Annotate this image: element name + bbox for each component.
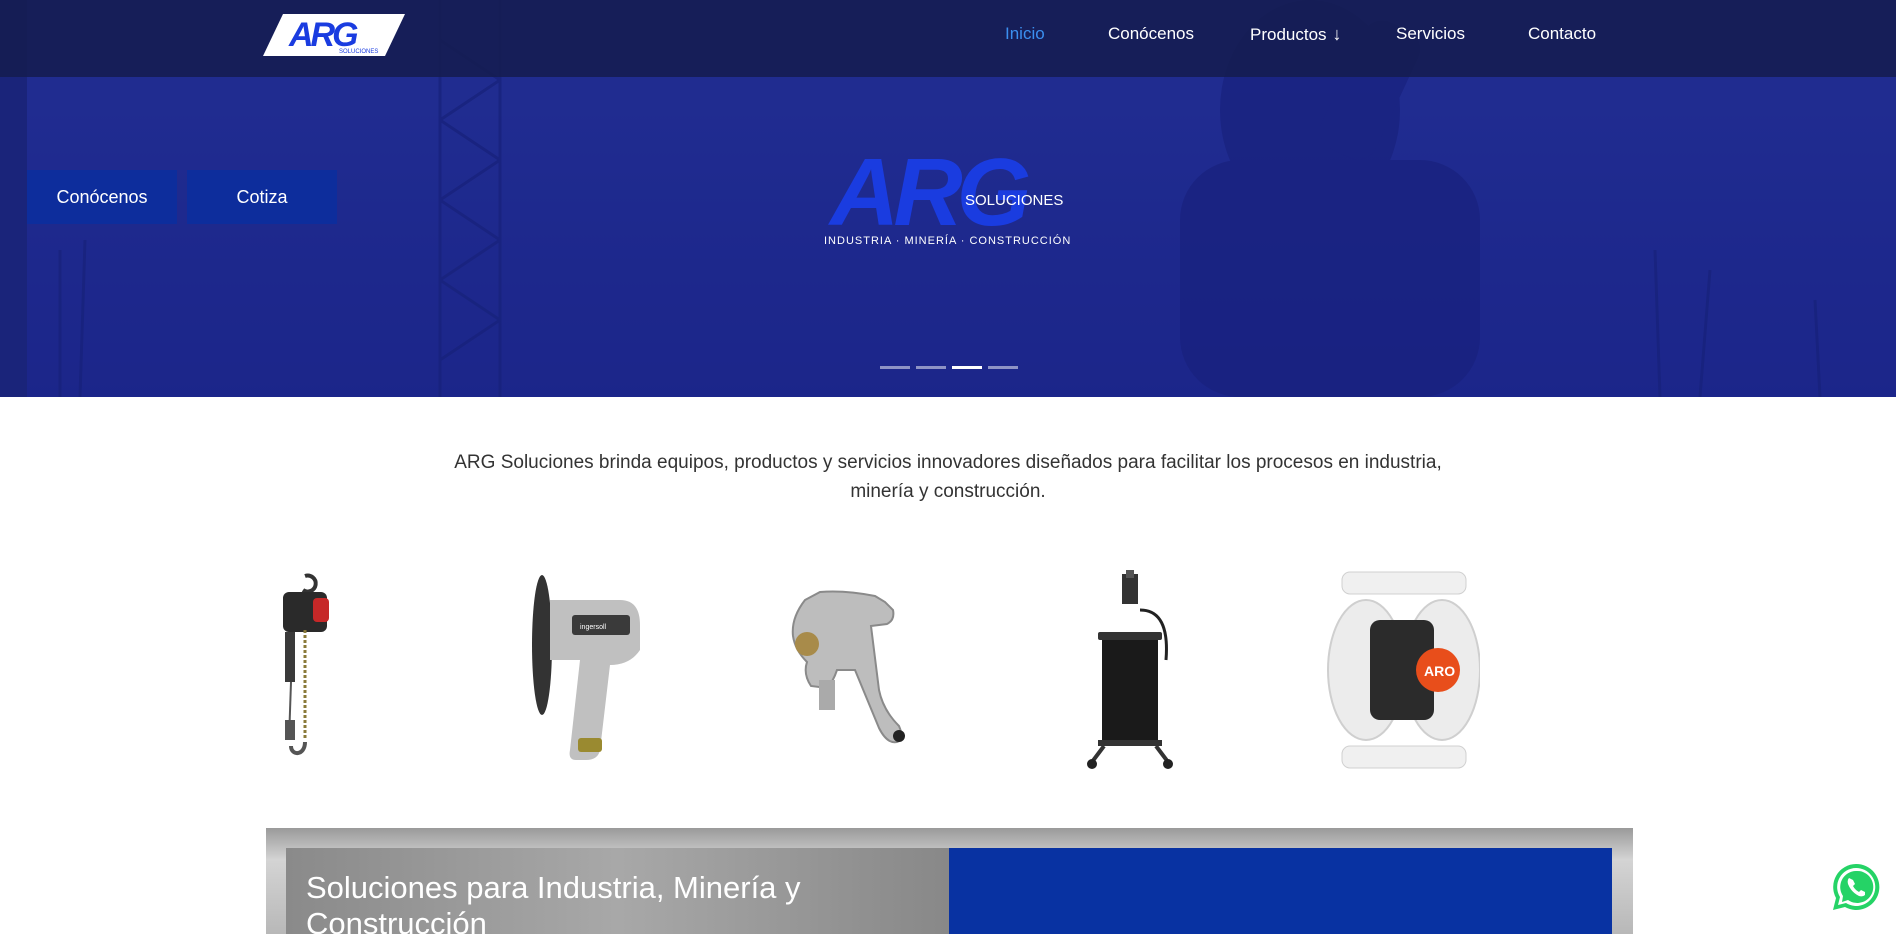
diaphragm-pump-icon[interactable]: ARO	[1320, 570, 1480, 770]
hero-cotiza-button[interactable]: Cotiza	[187, 170, 337, 224]
solutions-banner: Soluciones para Industria, Minería y Con…	[266, 828, 1633, 934]
banner-title: Soluciones para Industria, Minería y Con…	[306, 870, 801, 934]
nav-inicio[interactable]: Inicio	[1005, 24, 1045, 50]
spray-gun-icon[interactable]	[775, 570, 935, 770]
nav-productos-label: Productos	[1250, 25, 1327, 44]
logo-subtext: SOLUCIONES	[339, 49, 378, 55]
nav-servicios[interactable]: Servicios	[1396, 24, 1465, 50]
slide-indicators	[880, 366, 1018, 369]
angle-grinder-icon[interactable]: ingersoll	[520, 570, 650, 770]
grease-pump-icon[interactable]	[1080, 570, 1180, 770]
intro-text: ARG Soluciones brinda equipos, productos…	[454, 452, 1442, 502]
svg-text:ingersoll: ingersoll	[580, 624, 607, 631]
slide-indicator-3[interactable]	[952, 366, 982, 369]
aro-badge-text: ARO	[1424, 663, 1455, 679]
whatsapp-icon[interactable]	[1830, 861, 1882, 913]
slide-indicator-1[interactable]	[880, 366, 910, 369]
arg-logo[interactable]: ARG SOLUCIONES	[263, 12, 407, 58]
air-hoist-icon[interactable]	[265, 570, 345, 770]
banner-left-panel: Soluciones para Industria, Minería y Con…	[286, 848, 949, 934]
slide-indicator-2[interactable]	[916, 366, 946, 369]
nav-productos[interactable]: Productos ↓	[1250, 24, 1342, 50]
nav-conocenos[interactable]: Conócenos	[1108, 24, 1194, 50]
hero-conocenos-button[interactable]: Conócenos	[27, 170, 177, 224]
hero-tagline: INDUSTRIA · MINERÍA · CONSTRUCCIÓN	[824, 234, 1071, 247]
banner-right-panel	[949, 848, 1612, 934]
top-navbar: ARG SOLUCIONES Inicio Conócenos Producto…	[0, 0, 1896, 77]
hero-logo-sub: SOLUCIONES	[965, 192, 1063, 209]
arrow-down-icon: ↓	[1332, 24, 1342, 44]
hero-arg-logo: ARG SOLUCIONES INDUSTRIA · MINERÍA · CON…	[824, 143, 1071, 247]
nav-contacto[interactable]: Contacto	[1528, 24, 1596, 50]
slide-indicator-4[interactable]	[988, 366, 1018, 369]
